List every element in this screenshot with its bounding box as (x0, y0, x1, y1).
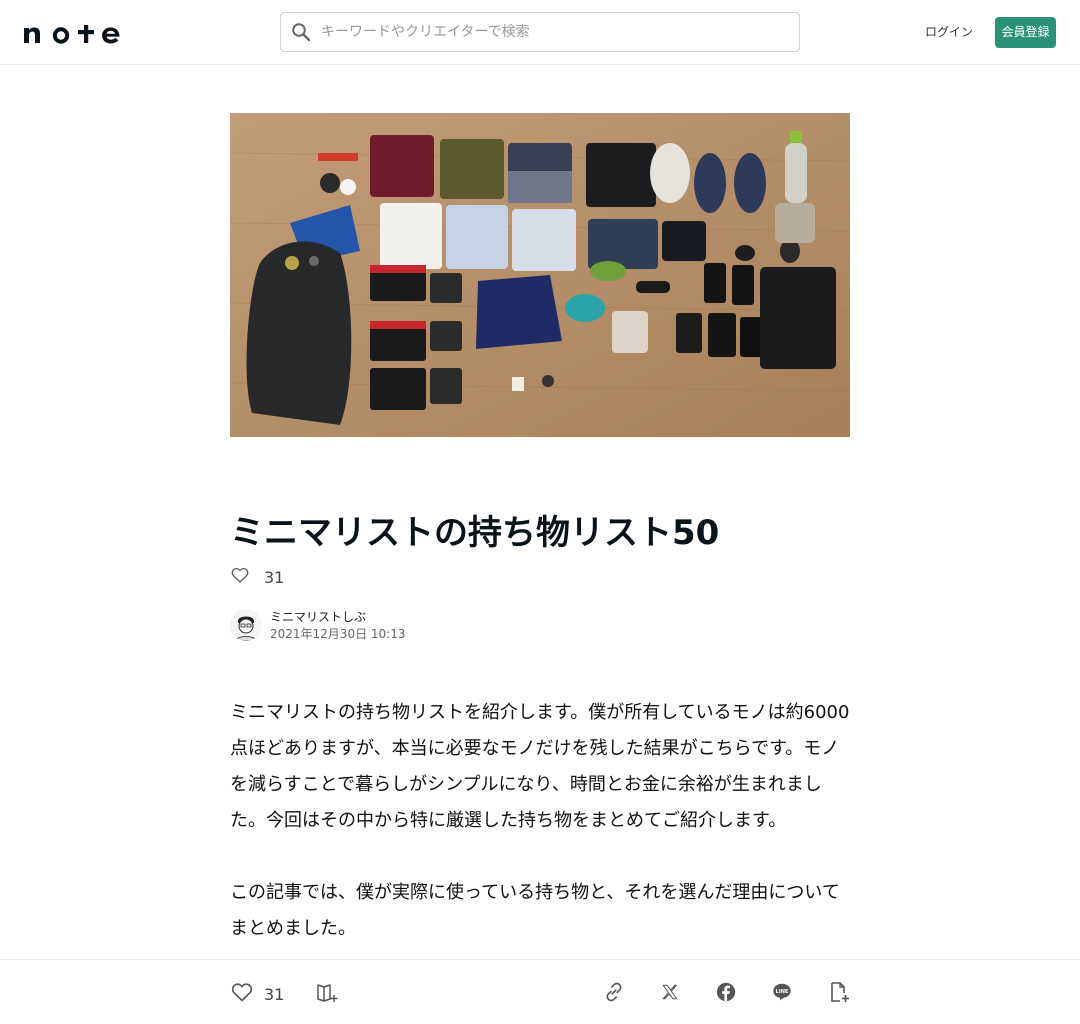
x-share-icon[interactable] (658, 980, 682, 1004)
author-info[interactable]: ミニマリストしぶ 2021年12月30日 10:13 (230, 605, 405, 645)
search-icon (291, 22, 311, 42)
paragraph: この記事では、僕が実際に使っている持ち物と、それを選んだ理由についてまとめました… (230, 882, 840, 939)
author-name[interactable]: ミニマリストしぶ (270, 608, 405, 626)
like-button-top[interactable]: 31 (230, 566, 284, 588)
search-input[interactable] (321, 24, 761, 40)
site-header: ログイン 会員登録 (0, 0, 1080, 65)
like-button-bottom[interactable]: 31 (230, 980, 284, 1008)
heart-icon (230, 565, 250, 589)
search-box[interactable] (280, 12, 800, 52)
paragraph: ミニマリストの持ち物リストを紹介します。僕が所有しているモノは約6000点ほどあ… (230, 702, 850, 831)
avatar[interactable] (230, 609, 262, 641)
signup-button[interactable]: 会員登録 (995, 17, 1056, 48)
like-count: 31 (264, 984, 285, 1004)
login-link[interactable]: ログイン (920, 22, 978, 42)
article-eyecatch-image (230, 113, 850, 437)
article-body: ミニマリストの持ち物リストを紹介します。僕が所有しているモノは約6000点ほどあ… (230, 695, 850, 983)
note-logo[interactable] (24, 17, 122, 47)
add-note-icon[interactable] (827, 980, 851, 1004)
publish-date: 2021年12月30日 10:13 (270, 627, 406, 641)
facebook-icon[interactable] (714, 980, 738, 1004)
line-icon[interactable]: LINE (770, 980, 794, 1004)
add-to-magazine-icon[interactable] (315, 980, 339, 1004)
link-icon[interactable] (602, 980, 626, 1004)
svg-text:LINE: LINE (776, 989, 789, 995)
like-count: 31 (264, 567, 285, 587)
article-title: ミニマリストの持ち物リスト50 (230, 513, 720, 553)
heart-icon (230, 980, 254, 1008)
bottom-action-bar: 31 LINE (0, 959, 1080, 1024)
